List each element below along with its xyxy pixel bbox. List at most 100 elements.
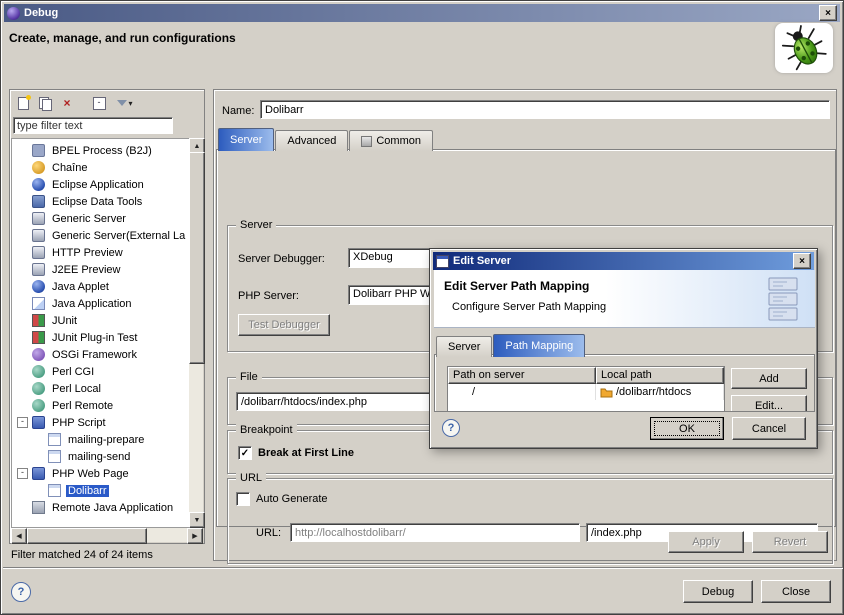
http-preview-icon: [32, 246, 45, 259]
tree-item-java-applet[interactable]: Java Applet: [12, 278, 202, 295]
edit-server-header: Edit Server Path Mapping Configure Serve…: [434, 270, 815, 328]
apply-button[interactable]: Apply: [668, 531, 744, 553]
edit-server-window-icon: [436, 255, 449, 268]
php-file-icon: [48, 450, 61, 463]
configuration-tabs: Server Advanced Common: [218, 128, 434, 151]
tab-common[interactable]: Common: [349, 130, 433, 151]
horizontal-scroll-thumb[interactable]: [27, 528, 147, 544]
revert-button[interactable]: Revert: [752, 531, 828, 553]
edit-server-title: Edit Server: [453, 255, 511, 267]
edit-server-dialog: Edit Server × Edit Server Path Mapping C…: [429, 248, 818, 449]
tree-item-junit-plugin-test[interactable]: JUnit Plug-in Test: [12, 329, 202, 346]
column-path-on-server[interactable]: Path on server: [448, 367, 596, 384]
close-dialog-button[interactable]: ×: [793, 253, 811, 269]
ok-button[interactable]: OK: [650, 417, 724, 440]
java-application-icon: [32, 297, 45, 310]
add-mapping-button[interactable]: Add: [731, 368, 807, 389]
filter-input[interactable]: [13, 117, 173, 134]
dialog-subheading: Configure Server Path Mapping: [452, 301, 606, 313]
delete-configuration-button[interactable]: ×: [57, 94, 77, 113]
table-header-row: Path on server Local path: [448, 367, 724, 384]
junit-icon: [32, 314, 45, 327]
column-local-path[interactable]: Local path: [596, 367, 724, 384]
tree-item-dolibarr[interactable]: Dolibarr: [12, 482, 202, 499]
duplicate-configuration-button[interactable]: [35, 94, 55, 113]
filter-icon: [117, 100, 127, 106]
tree-item-eclipse-application[interactable]: Eclipse Application: [12, 176, 202, 193]
window-title: Debug: [24, 7, 58, 19]
server-group-legend: Server: [236, 218, 276, 232]
configurations-toolbar: × - ▾: [13, 92, 139, 114]
table-row[interactable]: / /dolibarr/htdocs: [448, 384, 724, 400]
cancel-button[interactable]: Cancel: [732, 417, 806, 440]
tab-server[interactable]: Server: [218, 128, 274, 151]
tree-item-remote-java-application[interactable]: Remote Java Application: [12, 499, 202, 516]
tree-item-http-preview[interactable]: HTTP Preview: [12, 244, 202, 261]
close-button[interactable]: Close: [761, 580, 831, 603]
break-first-line-label: Break at First Line: [258, 447, 354, 459]
common-tab-icon: [361, 136, 372, 147]
tree-item-perl-local[interactable]: Perl Local: [12, 380, 202, 397]
new-configuration-button[interactable]: [13, 94, 33, 113]
tree-item-eclipse-data-tools[interactable]: Eclipse Data Tools: [12, 193, 202, 210]
dialog-help-button[interactable]: ?: [442, 419, 460, 437]
close-window-button[interactable]: ×: [819, 5, 837, 21]
debug-button[interactable]: Debug: [683, 580, 753, 603]
tab-advanced[interactable]: Advanced: [275, 130, 348, 151]
java-applet-icon: [32, 280, 45, 293]
scroll-left-button[interactable]: ◀: [11, 528, 27, 544]
tree-item-bpel[interactable]: BPEL Process (B2J): [12, 142, 202, 159]
name-input[interactable]: [260, 100, 830, 119]
tree-item-php-script[interactable]: - PHP Script: [12, 414, 202, 431]
collapse-handle-icon[interactable]: -: [17, 468, 28, 479]
tree-item-chaine[interactable]: Chaîne: [12, 159, 202, 176]
url-label: URL:: [256, 527, 281, 539]
scroll-down-button[interactable]: ▼: [189, 512, 205, 528]
remote-java-icon: [32, 501, 45, 514]
tree-item-perl-remote[interactable]: Perl Remote: [12, 397, 202, 414]
tree-item-osgi-framework[interactable]: OSGi Framework: [12, 346, 202, 363]
url-group-legend: URL: [236, 471, 266, 485]
footer-separator: [3, 567, 843, 569]
tree-item-mailing-prepare[interactable]: mailing-prepare: [12, 431, 202, 448]
title-bar[interactable]: Debug ×: [4, 4, 840, 22]
generic-server-icon: [32, 212, 45, 225]
dialog-tab-server[interactable]: Server: [436, 336, 492, 357]
vertical-scroll-thumb[interactable]: [189, 152, 205, 364]
tree-item-perl-cgi[interactable]: Perl CGI: [12, 363, 202, 380]
break-first-line-checkbox[interactable]: ✓: [238, 446, 252, 460]
tree-item-junit[interactable]: JUnit: [12, 312, 202, 329]
edit-server-tabs: Server Path Mapping: [436, 334, 586, 357]
test-debugger-button[interactable]: Test Debugger: [238, 314, 330, 336]
tree-item-generic-server[interactable]: Generic Server: [12, 210, 202, 227]
scroll-right-button[interactable]: ▶: [187, 528, 203, 544]
new-config-icon: [18, 97, 29, 110]
tree-item-mailing-send[interactable]: mailing-send: [12, 448, 202, 465]
url-base-input[interactable]: [290, 523, 580, 542]
tree-vertical-scrollbar[interactable]: ▲ ▼: [189, 138, 203, 528]
debug-configurations-window: Debug × Create, manage, and run configur…: [0, 0, 844, 615]
file-group-legend: File: [236, 370, 262, 384]
banner-title: Create, manage, and run configurations: [9, 31, 236, 45]
server-stack-icon: [767, 276, 801, 322]
selected-tree-item-label: Dolibarr: [66, 485, 109, 497]
delete-icon: ×: [63, 97, 70, 109]
tree-item-generic-server-external[interactable]: Generic Server(External La: [12, 227, 202, 244]
help-button[interactable]: ?: [11, 582, 31, 602]
tree-item-j2ee-preview[interactable]: J2EE Preview: [12, 261, 202, 278]
dialog-heading: Edit Server Path Mapping: [444, 279, 589, 293]
dialog-tab-path-mapping[interactable]: Path Mapping: [493, 334, 585, 357]
tree-horizontal-scrollbar[interactable]: ◀ ▶: [11, 528, 203, 542]
auto-generate-row: Auto Generate: [236, 492, 328, 506]
chaine-icon: [32, 161, 45, 174]
tree-item-java-application[interactable]: Java Application: [12, 295, 202, 312]
eclipse-application-icon: [32, 178, 45, 191]
collapse-handle-icon[interactable]: -: [17, 417, 28, 428]
edit-mapping-button[interactable]: Edit...: [731, 395, 807, 412]
perl-cgi-icon: [32, 365, 45, 378]
edit-server-title-bar[interactable]: Edit Server ×: [433, 252, 814, 270]
tree-item-php-web-page[interactable]: - PHP Web Page: [12, 465, 202, 482]
filter-menu-button[interactable]: ▾: [111, 94, 139, 113]
collapse-all-button[interactable]: -: [89, 94, 109, 113]
auto-generate-checkbox[interactable]: [236, 492, 250, 506]
